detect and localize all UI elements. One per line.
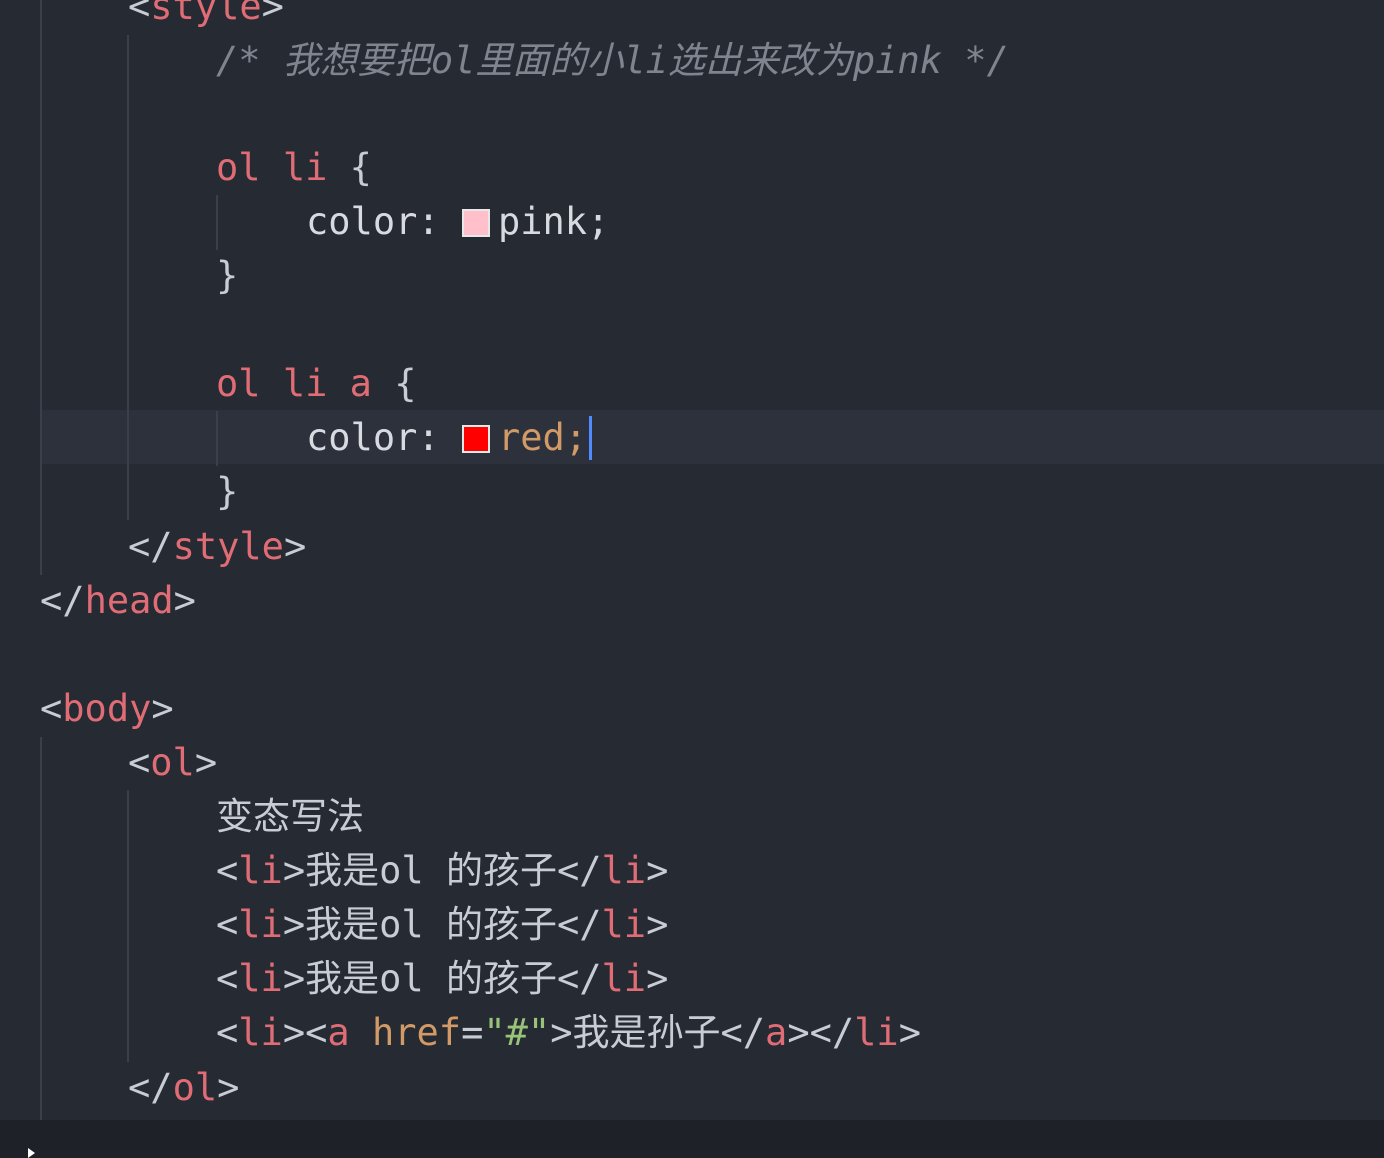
code-line-rule2-selector: ol li a {: [216, 362, 417, 405]
status-bar: [0, 1120, 1384, 1158]
code-line-comment: /* 我想要把ol里面的小li选出来改为pink */: [216, 39, 1009, 82]
indent-guide: [216, 195, 218, 250]
indent-guide: [127, 790, 129, 1062]
code-line-plain-text: 变态写法: [216, 795, 364, 838]
code-line-ol-close: </ol>: [128, 1066, 240, 1109]
code-line-rule1-close: }: [216, 254, 239, 297]
code-line-head-close: </head>: [40, 579, 196, 622]
color-swatch-red[interactable]: [461, 425, 490, 453]
code-line-style-open: <style>: [128, 0, 284, 28]
indent-guide: [40, 737, 42, 1120]
indent-guide: [216, 411, 218, 466]
color-swatch-pink[interactable]: [461, 209, 490, 237]
code-line-li-link: <li><a href="#">我是孙子</a></li>: [216, 1011, 921, 1054]
active-line-highlight: [40, 410, 1384, 464]
indent-guide: [127, 35, 129, 520]
mouse-pointer-icon: [28, 1148, 35, 1158]
code-line-li: <li>我是ol 的孩子</li>: [216, 957, 669, 1000]
indent-guide: [40, 0, 42, 575]
code-line-rule1-selector: ol li {: [216, 146, 372, 189]
code-editor[interactable]: <style> /* 我想要把ol里面的小li选出来改为pink */ ol l…: [0, 0, 1384, 1120]
text-cursor: [589, 416, 593, 460]
code-line-li: <li>我是ol 的孩子</li>: [216, 849, 669, 892]
code-line-rule2-close: }: [216, 470, 239, 513]
code-line-li: <li>我是ol 的孩子</li>: [216, 903, 669, 946]
code-line-body-open: <body>: [40, 687, 174, 730]
code-line-ol-open: <ol>: [128, 741, 218, 784]
code-line-rule2-declaration: color: red;: [306, 411, 593, 465]
code-line-style-close: </style>: [128, 525, 307, 568]
code-line-rule1-declaration: color: pink;: [306, 200, 610, 243]
